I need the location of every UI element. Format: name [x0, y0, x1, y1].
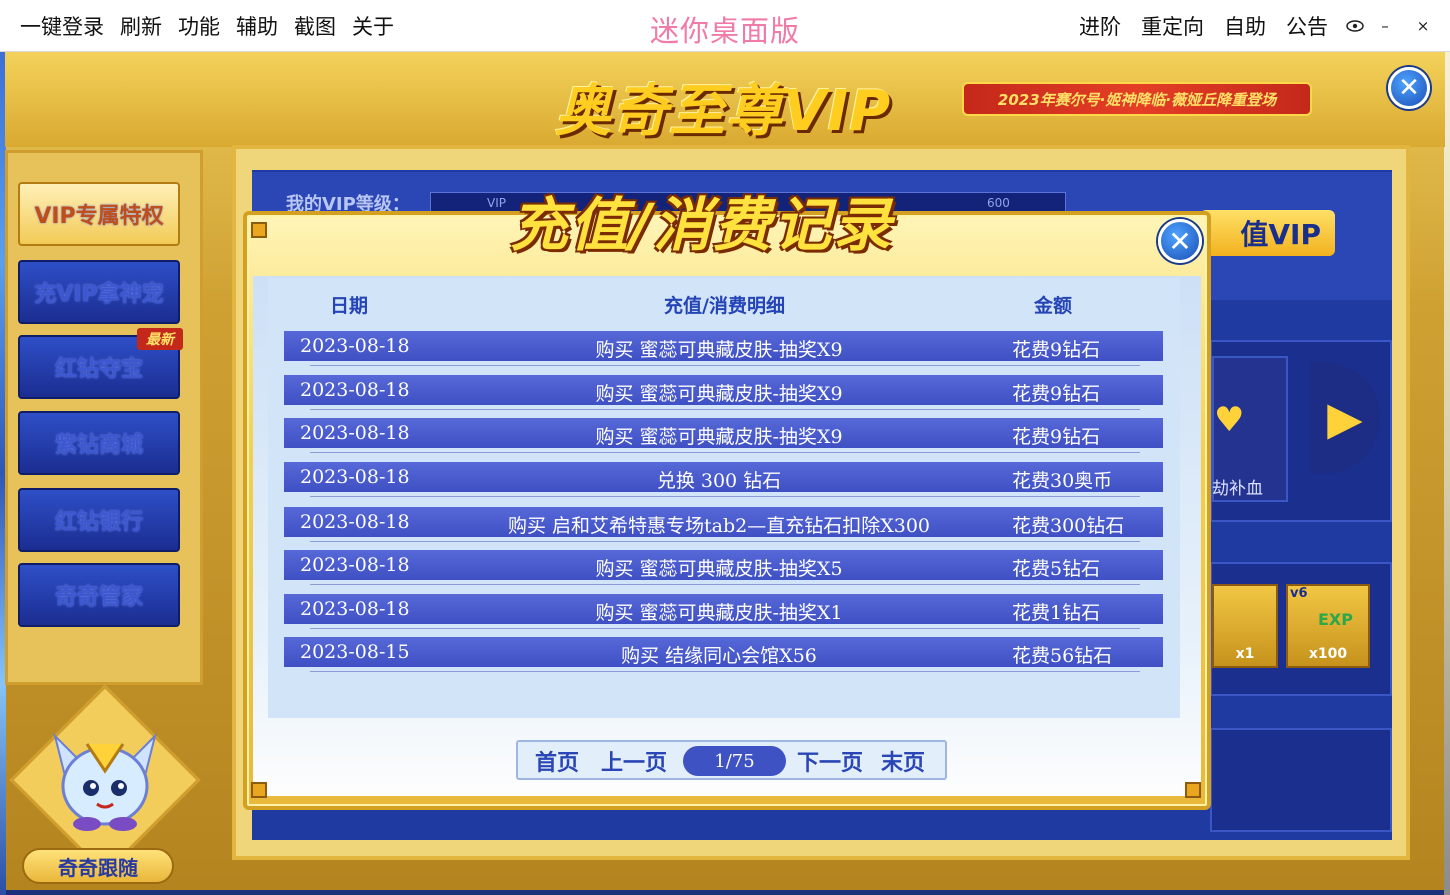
menu-advanced[interactable]: 进阶 [1079, 11, 1121, 41]
row-detail: 兑换 300 钻石 [656, 470, 782, 492]
table-row: 2023-08-18 购买 蜜蕊可典藏皮肤-抽奖X9 花费9钻石 [284, 418, 1163, 448]
row-divider [310, 541, 1140, 542]
table-row: 2023-08-18 购买 蜜蕊可典藏皮肤-抽奖X1 花费1钻石 [284, 594, 1163, 624]
row-amount: 花费30奥币 [1012, 470, 1113, 492]
dialog-corner-br [1185, 782, 1201, 798]
menu-screenshot[interactable]: 截图 [294, 11, 336, 41]
window-close-button[interactable]: × [1406, 9, 1440, 43]
prev-page-button[interactable]: 上一页 [601, 745, 667, 777]
table-row: 2023-08-15 购买 结缘同心会馆X56 花费56钻石 [284, 637, 1163, 667]
row-divider [310, 452, 1140, 453]
reward-item-1[interactable]: x1 [1212, 584, 1278, 668]
menu-self-service[interactable]: 自助 [1224, 11, 1266, 41]
menu-functions[interactable]: 功能 [178, 11, 220, 41]
minimize-button[interactable]: – [1368, 9, 1402, 43]
menu-assist[interactable]: 辅助 [236, 11, 278, 41]
vip-panel-title: 奥奇至尊VIP [555, 79, 892, 144]
table-row: 2023-08-18 购买 蜜蕊可典藏皮肤-抽奖X5 花费5钻石 [284, 550, 1163, 580]
nav-item-red-diamond-bank[interactable]: 红钻银行 [18, 488, 180, 552]
row-amount: 花费56钻石 [1012, 645, 1113, 667]
menu-refresh[interactable]: 刷新 [120, 11, 162, 41]
row-divider [310, 409, 1140, 410]
dialog-corner-tl [251, 222, 267, 238]
row-amount: 花费300钻石 [1012, 515, 1125, 537]
row-amount: 花费9钻石 [1012, 339, 1101, 361]
row-date: 2023-08-18 [300, 598, 410, 620]
dialog-title: 充值/消费记录 [510, 191, 894, 259]
row-date: 2023-08-18 [300, 335, 410, 357]
nav-label: 奇奇管家 [54, 585, 143, 610]
reward-tag: v6 [1290, 586, 1308, 601]
reward-item-2[interactable]: v6 EXP x100 [1286, 584, 1370, 668]
row-amount: 花费5钻石 [1012, 558, 1101, 580]
row-date: 2023-08-18 [300, 511, 410, 533]
nav-item-vip-pet[interactable]: 充VIP拿神宠 [18, 260, 180, 324]
row-detail: 购买 启和艾希特惠专场tab2—直充钻石扣除X300 [507, 515, 931, 537]
table-row: 2023-08-18 购买 启和艾希特惠专场tab2—直充钻石扣除X300 花费… [284, 507, 1163, 537]
table-row: 2023-08-18 兑换 300 钻石 花费30奥币 [284, 462, 1163, 492]
row-date: 2023-08-18 [300, 422, 410, 444]
nav-label: 红钻银行 [54, 510, 143, 535]
row-date: 2023-08-15 [300, 641, 410, 663]
col-header-amount: 金额 [1034, 295, 1073, 317]
nav-label: 充VIP拿神宠 [34, 282, 164, 307]
row-divider [310, 584, 1140, 585]
nav-item-purple-diamond-shop[interactable]: 紫钻商城 [18, 411, 180, 475]
row-detail: 购买 蜜蕊可典藏皮肤-抽奖X1 [595, 602, 843, 624]
col-header-date: 日期 [330, 295, 369, 317]
row-amount: 花费9钻石 [1012, 426, 1101, 448]
row-amount: 花费9钻石 [1012, 383, 1101, 405]
reward-item-2-label: x100 [1308, 646, 1348, 662]
bottom-card [1210, 728, 1392, 832]
desktop-edge-right [1444, 52, 1450, 895]
dialog-corner-bl [251, 782, 267, 798]
table-row: 2023-08-18 购买 蜜蕊可典藏皮肤-抽奖X9 花费9钻石 [284, 375, 1163, 405]
menu-announcement[interactable]: 公告 [1286, 11, 1328, 41]
menu-redirect[interactable]: 重定向 [1141, 11, 1204, 41]
row-amount: 花费1钻石 [1012, 602, 1101, 624]
table-row: 2023-08-18 购买 蜜蕊可典藏皮肤-抽奖X9 花费9钻石 [284, 331, 1163, 361]
row-detail: 购买 蜜蕊可典藏皮肤-抽奖X9 [595, 426, 843, 448]
row-detail: 购买 蜜蕊可典藏皮肤-抽奖X9 [595, 383, 843, 405]
vip-progress-right: 600 [987, 196, 1010, 210]
row-date: 2023-08-18 [300, 379, 410, 401]
medkit-icon: ♥ [1214, 400, 1245, 440]
col-header-detail: 充值/消费明细 [664, 295, 785, 317]
eye-icon[interactable] [1346, 20, 1364, 32]
row-detail: 购买 结缘同心会馆X56 [621, 645, 817, 667]
close-icon[interactable]: ✕ [1158, 219, 1202, 263]
menu-one-click-login[interactable]: 一键登录 [20, 11, 104, 41]
new-badge: 最新 [137, 328, 183, 350]
nav-label: VIP专属特权 [34, 204, 164, 229]
vip-close-icon[interactable]: ✕ [1388, 67, 1430, 109]
row-date: 2023-08-18 [300, 466, 410, 488]
mascot-follow-button[interactable]: 奇奇跟随 [22, 848, 174, 884]
row-divider [310, 365, 1140, 366]
recharge-vip-button[interactable]: 值VIP [1200, 210, 1335, 256]
next-page-button[interactable]: 下一页 [797, 745, 863, 777]
menu-right: 进阶 重定向 自助 公告 – × [1059, 0, 1440, 52]
page-indicator: 1/75 [683, 746, 786, 776]
vip-panel-subtitle: 2023年赛尔号·姬神降临·薇娅丘降重登场 [962, 82, 1312, 116]
last-page-button[interactable]: 末页 [881, 745, 925, 777]
nav-item-qiqi-steward[interactable]: 奇奇管家 [18, 563, 180, 627]
menu-left: 一键登录 刷新 功能 辅助 截图 关于 [0, 0, 410, 51]
menu-about[interactable]: 关于 [352, 11, 394, 41]
reward-card-label: 劫补血 [1212, 479, 1263, 499]
row-divider [310, 671, 1140, 672]
nav-label: 红钻夺宝 [54, 357, 143, 382]
vip-progress-left: VIP [487, 196, 506, 210]
mascot-icon [53, 732, 157, 831]
exp-icon: EXP [1318, 610, 1353, 629]
nav-label: 紫钻商城 [54, 433, 143, 458]
row-divider [310, 628, 1140, 629]
row-detail: 购买 蜜蕊可典藏皮肤-抽奖X9 [595, 339, 843, 361]
menu-bar: 一键登录 刷新 功能 辅助 截图 关于 迷你桌面版 进阶 重定向 自助 公告 –… [0, 0, 1450, 52]
row-detail: 购买 蜜蕊可典藏皮肤-抽奖X5 [595, 558, 843, 580]
row-date: 2023-08-18 [300, 554, 410, 576]
nav-item-vip-privilege[interactable]: VIP专属特权 [18, 182, 180, 246]
first-page-button[interactable]: 首页 [535, 745, 579, 777]
row-divider [310, 496, 1140, 497]
